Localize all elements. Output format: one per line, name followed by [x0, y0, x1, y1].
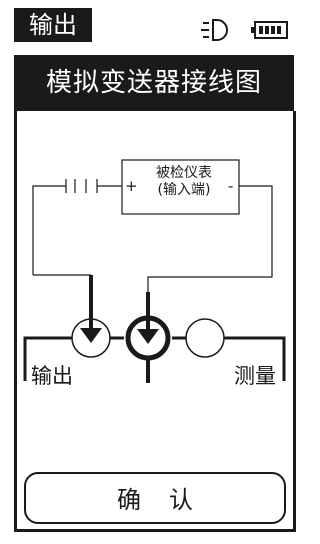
- instrument-name: 被检仪表: [156, 165, 212, 181]
- wire-battery-left: [32, 185, 66, 275]
- output-arrow-icon: [80, 328, 102, 343]
- wiring-diagram: [23, 159, 286, 383]
- measure-terminal: [185, 318, 225, 358]
- instrument-port: (输入端): [157, 182, 211, 198]
- battery-symbol: [65, 179, 98, 193]
- common-arrow-icon: [137, 329, 159, 344]
- confirm-button[interactable]: 确认: [24, 472, 286, 524]
- output-port-label: 输出: [31, 364, 73, 388]
- screen: 输出 模拟变送器接线图 + - 被检仪表 (输入端) 输出 测量 确认: [0, 0, 309, 544]
- wire-instrument-right: [147, 185, 273, 318]
- measure-port-label: 测量: [234, 364, 276, 388]
- instrument-label: 被检仪表 (输入端): [134, 165, 234, 199]
